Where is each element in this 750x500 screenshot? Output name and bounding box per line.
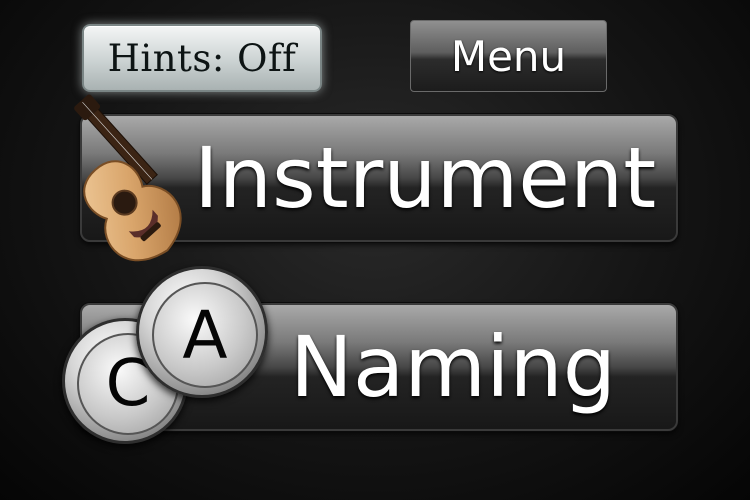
acoustic-guitar-icon [74, 94, 182, 262]
naming-label: Naming [290, 318, 617, 416]
hints-toggle-label: Hints: Off [107, 36, 297, 80]
menu-label: Menu [450, 31, 567, 81]
menu-button[interactable]: Menu [410, 20, 607, 92]
note-a-icon: A [136, 266, 268, 398]
note-a-letter: A [152, 282, 258, 388]
hints-toggle-button[interactable]: Hints: Off [82, 24, 322, 92]
